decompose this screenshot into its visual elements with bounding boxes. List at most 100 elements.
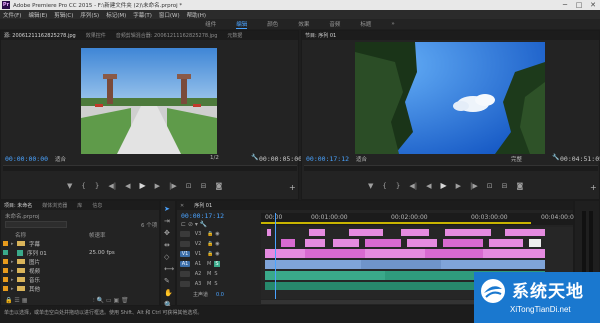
step-back-icon[interactable]: ◀| [108,182,116,190]
column-frame-rate-header[interactable]: 帧速率 [89,231,106,239]
pen-tool-icon[interactable]: ✎ [164,277,174,285]
mute-button[interactable]: M [207,271,211,277]
menu-marker[interactable]: 标记(M) [106,11,126,19]
snap-icon[interactable]: ⊏ [181,221,186,228]
ripple-edit-tool-icon[interactable]: ✥ [164,229,174,237]
close-button[interactable]: ✕ [586,1,600,9]
maximize-button[interactable]: □ [572,1,586,9]
add-marker-icon[interactable]: ▾ [195,221,198,228]
list-item[interactable]: ▸ 其他 [3,284,153,293]
program-quality-dropdown[interactable]: 完整 [511,155,522,163]
clip[interactable] [265,260,361,269]
automate-icon[interactable]: ⫶ [93,297,95,304]
go-to-in-icon[interactable]: } [95,182,99,190]
track-header-a2[interactable]: A2 M S [177,269,259,278]
timeline-current-timecode[interactable]: 00:00:17:12 [181,212,224,220]
list-item[interactable]: 序列 01 25.00 fps [3,248,153,257]
lock-icon[interactable]: 🔒 [207,241,213,247]
menu-window[interactable]: 窗口(W) [159,11,180,19]
program-play-icon[interactable]: ▶ [440,181,446,190]
track-select-tool-icon[interactable]: ⇥ [164,217,174,225]
solo-button[interactable]: S [214,271,217,277]
tab-program[interactable]: 节目: 序列 01 [305,32,336,39]
program-current-timecode[interactable]: 00:00:17:12 [306,155,349,163]
clip[interactable] [309,229,325,236]
track-header-v2[interactable]: V2 🔒 ◉ [177,239,259,248]
program-step-forward-icon[interactable]: ▶ [456,182,461,190]
tab-effect-controls[interactable]: 效果控件 [86,32,106,39]
clip[interactable] [333,239,359,247]
workspace-tab-color[interactable]: 颜色 [267,20,278,28]
list-item[interactable]: ▸ 视频 [3,266,153,275]
hand-tool-icon[interactable]: ✋ [164,289,174,297]
lift-icon[interactable]: ⊡ [487,182,493,190]
clip[interactable] [401,229,429,236]
clip[interactable] [407,239,437,247]
solo-button[interactable]: S [214,260,220,267]
track-header-v1[interactable]: V1 V1 🔒 ◉ [177,249,259,258]
clip[interactable] [305,239,325,247]
clip[interactable] [445,229,491,236]
source-resolution-dropdown[interactable]: 1/2 [210,155,219,161]
source-patch-a1[interactable]: A1 [180,260,190,267]
track-header-master[interactable]: 主声道 0.0 [177,290,259,299]
eye-icon[interactable]: ◉ [215,241,219,247]
find-icon[interactable]: 🔍 [96,297,103,304]
clip[interactable] [483,249,545,258]
clip[interactable] [425,249,483,258]
slip-tool-icon[interactable]: ⟷ [164,265,174,273]
project-search-input[interactable] [5,221,67,228]
clip[interactable] [281,239,295,247]
mute-button[interactable]: M [207,281,211,287]
timeline-ruler[interactable]: 00:00 00:01:00:00 00:02:00:00 00:03:00:0… [261,213,578,225]
mark-in-icon[interactable]: ▼ [67,182,72,190]
clip[interactable] [267,229,271,236]
menu-file[interactable]: 文件(F) [3,11,21,19]
program-add-button-icon[interactable]: + [590,183,597,192]
program-go-to-in-icon[interactable]: } [396,182,400,190]
lock-icon[interactable]: 🔒 [5,297,12,304]
clip[interactable] [529,239,541,247]
list-item[interactable]: ▸ 音乐 [3,275,153,284]
minimize-button[interactable]: ─ [558,1,572,9]
workspace-tab-editing[interactable]: 编辑 [236,20,248,29]
column-name-header[interactable]: 名称 [15,231,26,239]
timeline-settings-icon[interactable]: 🔧 [200,221,207,228]
source-add-button-icon[interactable]: + [289,183,296,192]
solo-button[interactable]: S [214,281,217,287]
list-item[interactable]: ▸ 字幕 [3,239,153,248]
program-mark-out-icon[interactable]: { [382,182,386,190]
workspace-tab-audio[interactable]: 音频 [329,20,340,28]
clip[interactable] [349,229,383,236]
menu-clip[interactable]: 剪辑(C) [54,11,73,19]
icon-view-icon[interactable]: ▦ [22,297,28,304]
workspace-tab-titles[interactable]: 标题 [360,20,371,28]
clip[interactable] [305,249,365,258]
program-go-to-out-icon[interactable]: |▶ [470,182,478,190]
trash-icon[interactable]: 🗑 [121,297,129,304]
playhead[interactable] [275,213,276,299]
tab-metadata[interactable]: 元数据 [227,32,242,39]
new-bin-icon[interactable]: ▭ [106,297,112,304]
track-header-v3[interactable]: V3 🔒 ◉ [177,229,259,238]
tab-source[interactable]: 源: 20061211162825278.jpg [4,32,76,39]
timeline-close-icon[interactable]: ✕ [180,203,184,209]
master-volume-value[interactable]: 0.0 [216,292,224,298]
export-frame-icon[interactable]: ◙ [216,182,223,190]
linked-selection-icon[interactable]: ⊘ [188,221,193,228]
clip[interactable] [443,239,483,247]
program-export-frame-icon[interactable]: ◙ [517,182,524,190]
insert-icon[interactable]: ⊡ [186,182,192,190]
source-time-ruler[interactable] [3,165,297,171]
overwrite-icon[interactable]: ⊟ [201,182,207,190]
clip[interactable] [265,249,305,258]
program-time-ruler[interactable] [304,165,598,171]
list-view-icon[interactable]: ☰ [14,297,19,304]
lock-icon[interactable]: 🔒 [207,251,213,257]
clip[interactable] [505,229,545,236]
program-mark-in-icon[interactable]: ▼ [368,182,373,190]
workspace-tab-effects[interactable]: 效果 [298,20,309,28]
tab-media-browser[interactable]: 媒体浏览器 [42,202,67,209]
extract-icon[interactable]: ⊟ [502,182,508,190]
play-icon[interactable]: ▶ [139,181,145,190]
